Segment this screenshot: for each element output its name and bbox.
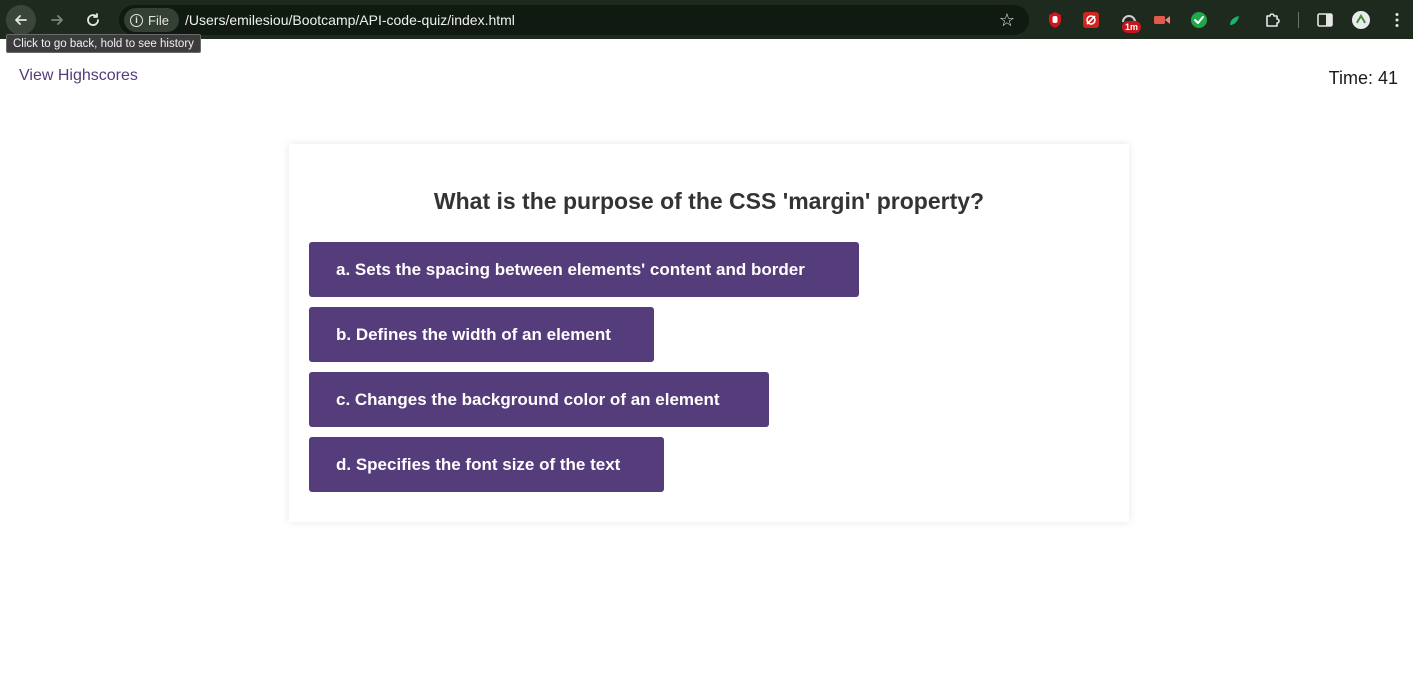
arrow-right-icon xyxy=(51,15,63,25)
check-extension-icon[interactable] xyxy=(1189,10,1209,30)
scheme-label: File xyxy=(148,12,169,28)
view-highscores-link[interactable]: View Highscores xyxy=(19,67,138,85)
toolbar-divider xyxy=(1298,12,1299,28)
reload-icon xyxy=(87,13,99,26)
info-icon: i xyxy=(130,13,143,27)
browser-toolbar: i File /Users/emilesiou/Bootcamp/API-cod… xyxy=(0,0,1413,39)
star-icon[interactable]: ☆ xyxy=(999,10,1015,30)
address-bar[interactable]: i File /Users/emilesiou/Bootcamp/API-cod… xyxy=(119,5,1029,35)
extension-badge: 1m xyxy=(1122,21,1142,33)
arrow-left-icon xyxy=(15,15,27,25)
back-button-tooltip: Click to go back, hold to see history xyxy=(6,34,201,53)
avatar[interactable] xyxy=(1351,10,1371,30)
timer: Time: 41 xyxy=(1328,68,1398,88)
forward-button[interactable] xyxy=(42,5,72,35)
answer-button-c[interactable]: c. Changes the background color of an el… xyxy=(309,372,769,427)
red-square-extension-icon[interactable] xyxy=(1081,10,1101,30)
back-button[interactable] xyxy=(6,5,36,35)
answer-button-d[interactable]: d. Specifies the font size of the text xyxy=(309,437,664,492)
video-extension-icon[interactable] xyxy=(1152,10,1172,30)
url-text[interactable]: /Users/emilesiou/Bootcamp/API-code-quiz/… xyxy=(185,12,515,28)
reload-button[interactable] xyxy=(78,5,108,35)
answer-button-b[interactable]: b. Defines the width of an element xyxy=(309,307,654,362)
quiz-card: What is the purpose of the CSS 'margin' … xyxy=(289,144,1129,522)
leaf-extension-icon[interactable] xyxy=(1224,10,1244,30)
kebab-menu-icon[interactable] xyxy=(1387,10,1407,30)
answer-button-a[interactable]: a. Sets the spacing between elements' co… xyxy=(309,242,859,297)
side-panel-icon[interactable] xyxy=(1315,10,1335,30)
site-info-chip[interactable]: i File xyxy=(124,8,179,32)
puzzle-icon[interactable] xyxy=(1262,10,1282,30)
question-title: What is the purpose of the CSS 'margin' … xyxy=(433,188,985,214)
hand-stop-extension-icon[interactable] xyxy=(1045,10,1065,30)
